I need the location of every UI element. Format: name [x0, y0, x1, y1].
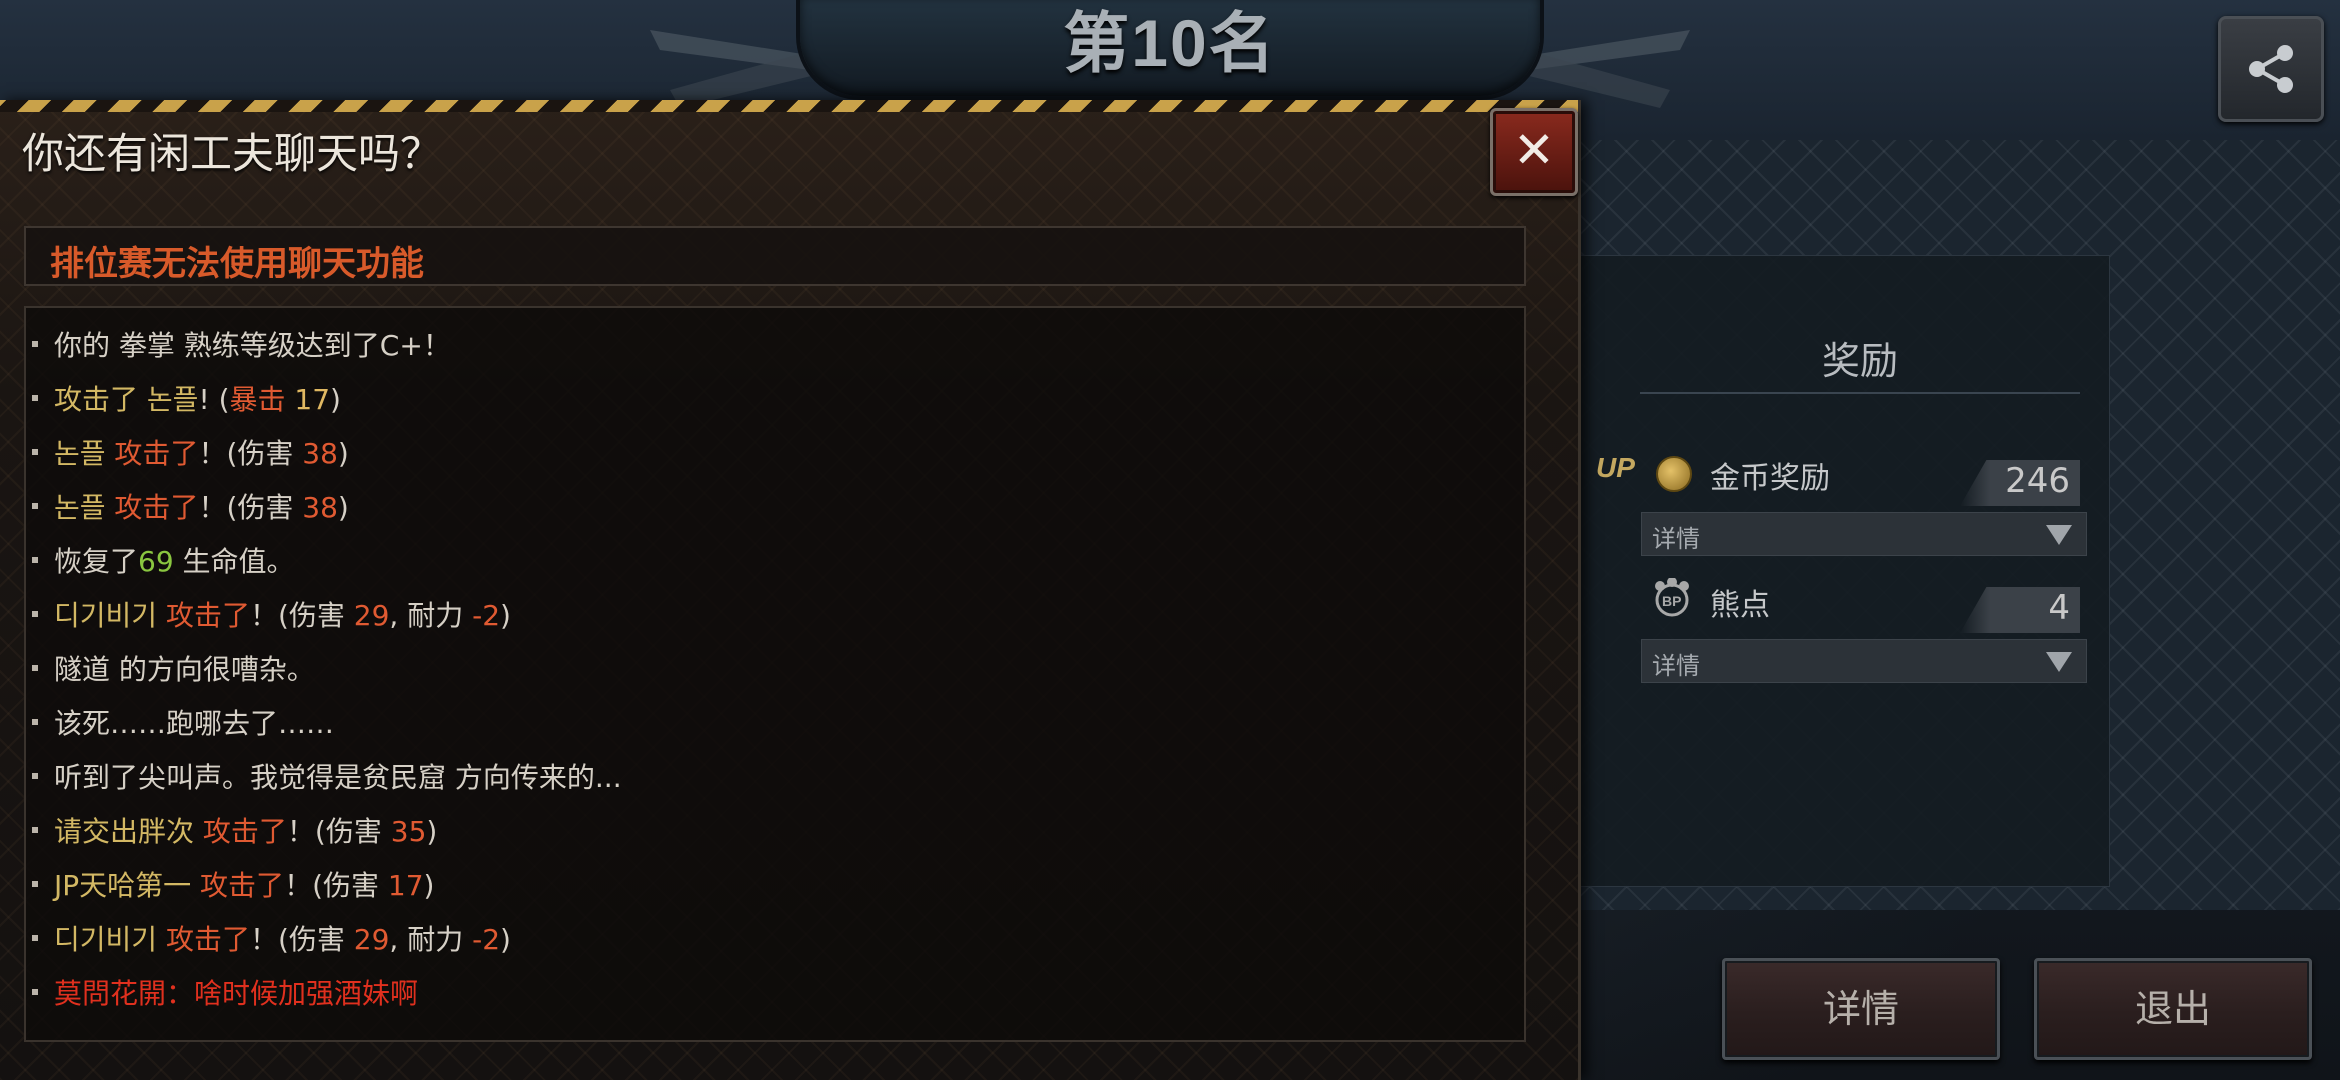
chat-log-segment: ！(伤害: [249, 923, 354, 956]
chat-log-line: 莫問花開：啥时候加强酒妹啊: [31, 972, 419, 1012]
chat-log-segment: 논플: [54, 437, 106, 470]
chat-modal: 你还有闲工夫聊天吗？ ✕ 排位赛无法使用聊天功能 你的 拳掌 熟练等级达到了C+…: [0, 100, 1581, 1080]
chat-modal-title: 你还有闲工夫聊天吗？: [22, 129, 443, 178]
reward-title: 奖励: [1821, 339, 1898, 383]
chat-log-segment: 디기비기: [54, 923, 158, 956]
coin-icon: [1656, 456, 1692, 492]
chat-log-segment: ! (: [198, 383, 230, 416]
chat-log-segment: ！(伤害: [249, 599, 354, 632]
chat-log-segment: ): [330, 383, 341, 416]
chat-log-segment: , 耐力: [389, 599, 473, 632]
chat-log-segment: , 耐力: [389, 923, 473, 956]
chat-log-line: 攻击了 논플! (暴击 17): [32, 378, 341, 418]
chat-log-segment: 恢复了: [54, 545, 139, 578]
chat-log-segment: 你的 拳掌 熟练等级达到了C+！: [54, 329, 451, 362]
chat-log-line: 恢复了69 生命值。: [32, 540, 295, 580]
chat-log-segment: 디기비기: [54, 599, 158, 632]
close-button[interactable]: ✕: [1490, 108, 1578, 196]
chat-log-line: 디기비기 攻击了！(伤害 29, 耐力 -2): [32, 594, 511, 634]
chat-log-segment: ！(伤害: [284, 869, 388, 902]
chat-log-segment: 请交出胖次: [54, 815, 195, 848]
bear-point-value: 4: [2048, 588, 2070, 628]
notice-text: 排位赛无法使用聊天功能: [50, 244, 424, 284]
chat-log-segment: 攻击了: [157, 599, 250, 632]
chat-log-segment: 攻击了: [105, 491, 199, 524]
chat-log-segment: 听到了尖叫声。我觉得是贫民窟 方向传来的...: [54, 761, 622, 794]
chat-log-segment: ): [337, 491, 349, 524]
gold-reward-label: 金币奖励: [1710, 461, 1830, 496]
chat-log-line: JP天哈第一 攻击了！(伤害 17): [31, 864, 435, 904]
chat-log-segment: ): [500, 599, 511, 632]
svg-text:BP: BP: [1662, 593, 1681, 609]
chat-log-segment: 논플: [54, 491, 106, 524]
chat-log-segment: 29: [353, 923, 390, 956]
chat-log-segment: ): [426, 815, 438, 848]
chat-log-segment: ): [423, 869, 435, 902]
close-icon: ✕: [1513, 121, 1555, 179]
chat-log-segment: 38: [302, 491, 338, 524]
share-button[interactable]: [2218, 16, 2324, 122]
chat-log-segment: ！(伤害: [286, 815, 391, 848]
gold-reward-detail-dropdown[interactable]: 详情: [1641, 512, 2087, 556]
chat-log-segment: 暴击: [229, 383, 295, 416]
hazard-stripe: [0, 100, 1578, 112]
bear-point-label: 熊点: [1710, 588, 1770, 623]
chat-log-line: 请交出胖次 攻击了！(伤害 35): [31, 810, 438, 850]
chat-log-segment: 17: [387, 869, 424, 902]
chat-log-line: 디기비기 攻击了！(伤害 29, 耐力 -2): [32, 918, 511, 958]
chat-log-segment: 攻击了: [157, 923, 250, 956]
chat-log-segment: ！(伤害: [198, 491, 303, 524]
chat-log-segment: 69: [138, 545, 174, 578]
rank-title: 第10名: [1063, 6, 1277, 80]
dropdown-arrow-icon: [2046, 525, 2072, 545]
chat-log-segment: -2: [472, 599, 501, 632]
chat-log-segment: 攻击了: [194, 815, 287, 848]
chat-log-segment: 攻击了: [54, 383, 147, 416]
chat-log-line: 隧道 的方向很嘈杂。: [32, 648, 315, 688]
chat-log-segment: 攻击了: [191, 869, 285, 902]
chat-log-segment: 29: [353, 599, 390, 632]
reward-divider: [1640, 392, 2080, 394]
exit-button-label: 退出: [2134, 987, 2211, 1031]
chat-log-segment: JP天哈第一: [54, 869, 192, 902]
chat-log-segment: -2: [472, 923, 501, 956]
chat-log-segment: 17: [294, 383, 331, 416]
bear-point-detail-dropdown[interactable]: 详情: [1641, 639, 2087, 683]
dropdown-label: 详情: [1652, 525, 1700, 553]
chat-log-line: 你的 拳掌 熟练等级达到了C+！: [32, 324, 451, 364]
chat-log-segment: ): [337, 437, 349, 470]
chat-log-segment: 莫問花開：啥时候加强酒妹啊: [54, 977, 419, 1010]
up-bonus-icon: UP: [1596, 452, 1635, 483]
gold-reward-value: 246: [2005, 461, 2070, 501]
exit-button[interactable]: 退出: [2034, 958, 2312, 1060]
chat-log-segment: 隧道 的方向很嘈杂。: [54, 653, 315, 686]
details-button-label: 详情: [1822, 987, 1899, 1031]
chat-disabled-notice: 排位赛无法使用聊天功能: [24, 226, 1526, 286]
share-icon: [2249, 45, 2293, 93]
chat-log-segment: 生命值。: [173, 545, 295, 578]
dropdown-arrow-icon: [2046, 652, 2072, 672]
chat-log-line: 논플 攻击了！(伤害 38): [32, 432, 349, 472]
chat-log-line: 논플 攻击了！(伤害 38): [32, 486, 349, 526]
bear-point-icon: BP: [1655, 578, 1689, 617]
chat-log-segment: ): [500, 923, 511, 956]
dropdown-label: 详情: [1652, 652, 1700, 680]
chat-log-segment: ！(伤害: [198, 437, 303, 470]
chat-log-segment: 38: [302, 437, 338, 470]
chat-log-segment: 攻击了: [105, 437, 199, 470]
chat-log-segment: 논플: [146, 383, 199, 416]
details-button[interactable]: 详情: [1722, 958, 2000, 1060]
chat-log-line: 该死……跑哪去了……: [31, 702, 335, 742]
chat-log-segment: 该死……跑哪去了……: [54, 707, 335, 740]
chat-log-line: 听到了尖叫声。我觉得是贫民窟 方向传来的...: [32, 756, 622, 796]
chat-log-segment: 35: [390, 815, 427, 848]
chat-log[interactable]: 你的 拳掌 熟练等级达到了C+！ 攻击了 논플! (暴击 17) 논플 攻击了！(伤…: [24, 306, 1526, 1042]
